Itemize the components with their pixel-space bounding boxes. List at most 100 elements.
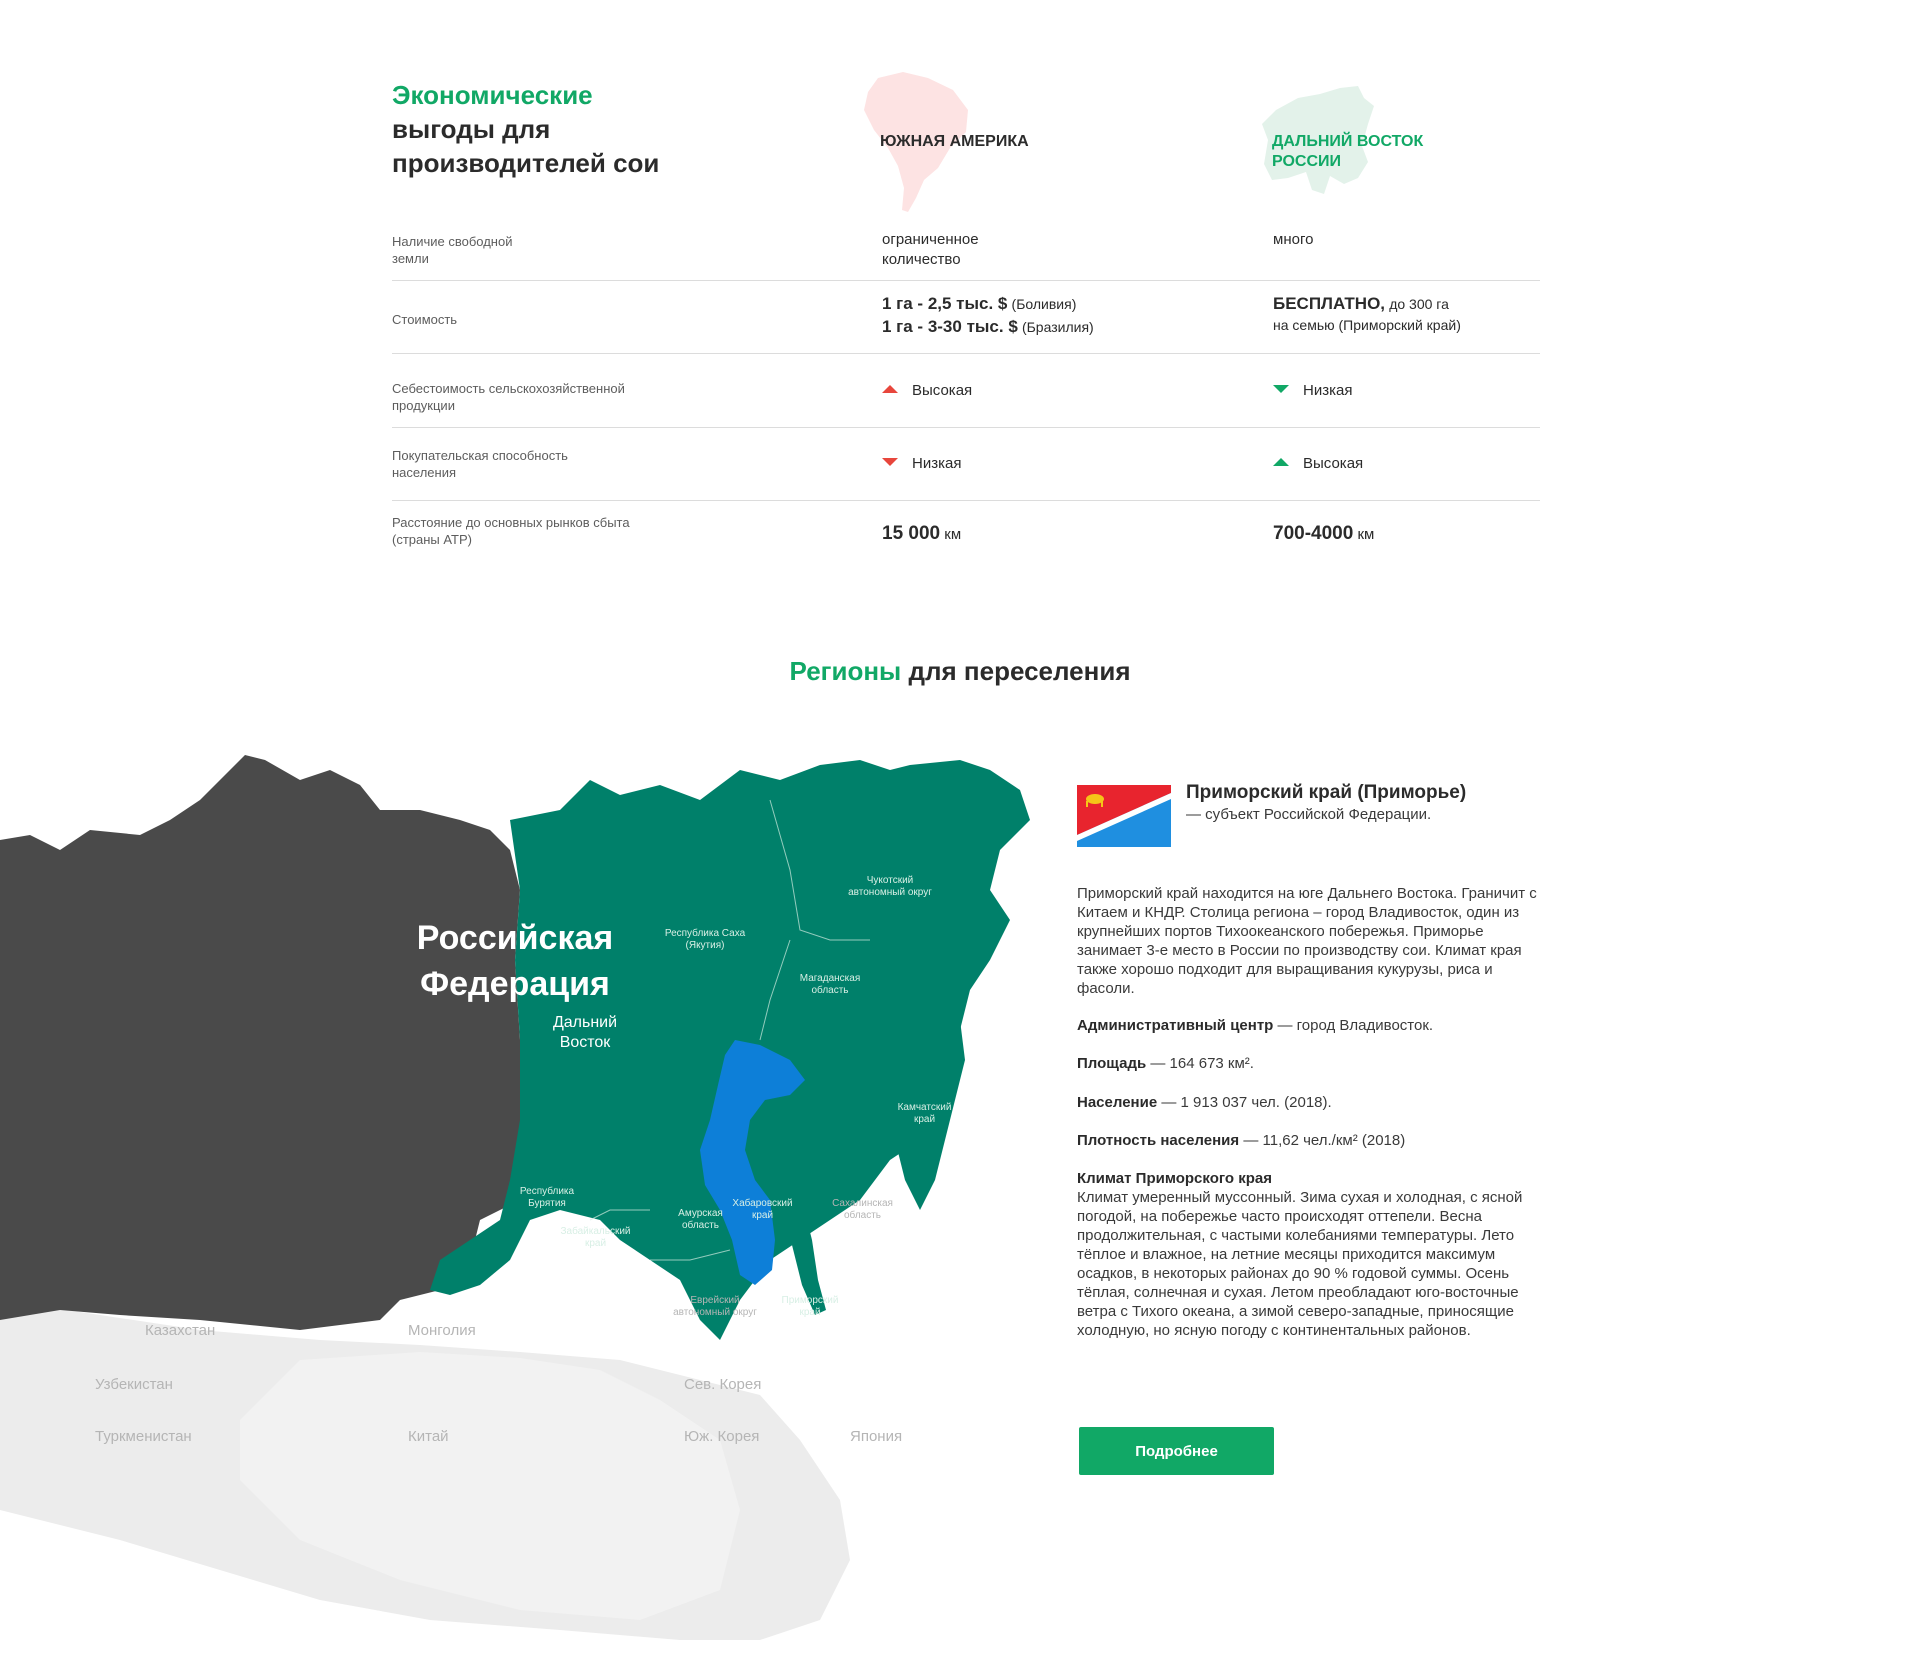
triangle-up-red-icon bbox=[882, 385, 898, 394]
country-label-north-korea: Сев. Корея bbox=[684, 1376, 762, 1393]
area: Площадь — 164 673 км². bbox=[1077, 1054, 1552, 1073]
triangle-up-green-icon bbox=[1273, 458, 1289, 467]
column-far-east: ДАЛЬНИЙ ВОСТОК РОССИИ bbox=[1272, 133, 1424, 170]
row-label-purchasing-power: Покупательская способность населения bbox=[392, 448, 568, 480]
far-east-label: Дальний Восток bbox=[540, 1013, 630, 1053]
row-divider bbox=[392, 353, 1540, 354]
far-east-label-line2: Восток bbox=[559, 1034, 611, 1051]
row-label-cost: Стоимость bbox=[392, 312, 458, 327]
population: Население — 1 913 037 чел. (2018). bbox=[1077, 1093, 1552, 1112]
map-label-chukotka-2: автономный округ bbox=[848, 887, 932, 898]
fe-production-cost: Низкая bbox=[1273, 381, 1352, 401]
sa-cost-bolivia: 1 га - 2,5 тыс. $ bbox=[882, 294, 1008, 313]
sa-cost-brazil-note: (Бразилия) bbox=[1021, 319, 1094, 335]
map-label-jewish-1: Еврейский bbox=[690, 1295, 740, 1306]
map-label-amur: Амурская область bbox=[668, 1208, 733, 1232]
map-label-khabarovsk-1: Хабаровский bbox=[732, 1198, 793, 1209]
comparison-title-accent: Экономические bbox=[392, 80, 593, 110]
russia-label: Российская Федерация bbox=[395, 915, 635, 1007]
map-label-sakhalin-1: Сахалинская bbox=[832, 1198, 893, 1209]
row-label-distance: Расстояние до основных рынков сбыта (стр… bbox=[392, 515, 630, 547]
fe-cost-value: БЕСПЛАТНО, до 300 га на семью (Приморски… bbox=[1273, 294, 1543, 336]
region-name: Приморский край (Приморье) — субъект Рос… bbox=[1186, 782, 1476, 825]
admin-center-value: — город Владивосток. bbox=[1277, 1017, 1434, 1034]
row-divider bbox=[392, 280, 1540, 281]
regions-title: Регионы для переселения bbox=[0, 656, 1920, 687]
map-label-zabaikalsky: Забайкальский край bbox=[553, 1226, 638, 1250]
map-label-jewish-2: автономный округ bbox=[673, 1307, 757, 1318]
map-label-kamchatka-1: Камчатский bbox=[897, 1102, 952, 1113]
density-value: — 11,62 чел./км² (2018) bbox=[1243, 1132, 1406, 1149]
region-name-bold: Приморский край (Приморье) bbox=[1186, 782, 1467, 803]
row-label-free-land: Наличие свободной земли bbox=[392, 234, 513, 266]
map-label-zabaikalsky-2: край bbox=[584, 1238, 607, 1249]
sa-production-cost-value: Высокая bbox=[912, 382, 973, 399]
sa-distance-value: 15 000 bbox=[882, 523, 941, 544]
fe-production-cost-value: Низкая bbox=[1303, 382, 1353, 399]
more-button[interactable]: Подробнее bbox=[1079, 1427, 1274, 1475]
map-label-chukotka: Чукотский автономный округ bbox=[835, 875, 945, 899]
map-label-chukotka-1: Чукотский bbox=[866, 875, 914, 886]
triangle-down-green-icon bbox=[1273, 385, 1289, 394]
map-labels: Российская Федерация Дальний Восток Респ… bbox=[0, 740, 1040, 1640]
far-east-label-line1: Дальний bbox=[552, 1014, 618, 1031]
sa-production-cost: Высокая bbox=[882, 381, 972, 401]
map-label-primorsky: Приморский край bbox=[775, 1295, 845, 1319]
fe-cost-note2: на семью (Приморский край) bbox=[1273, 317, 1461, 333]
country-label-mongolia: Монголия bbox=[408, 1322, 476, 1339]
map-label-sakhalin-2: область bbox=[843, 1210, 882, 1221]
primorsky-flag-icon bbox=[1077, 785, 1171, 847]
map-label-buryatia-2: Бурятия bbox=[528, 1198, 566, 1209]
fe-distance-unit: км bbox=[1357, 526, 1375, 543]
column-south-america: ЮЖНАЯ АМЕРИКА bbox=[880, 133, 1029, 150]
country-label-uzbekistan: Узбекистан bbox=[95, 1376, 173, 1393]
sa-cost-brazil: 1 га - 3-30 тыс. $ bbox=[882, 317, 1018, 336]
country-label-south-korea: Юж. Корея bbox=[684, 1428, 760, 1445]
fe-distance: 700-4000 км bbox=[1273, 524, 1374, 545]
fe-distance-value: 700-4000 bbox=[1273, 523, 1354, 544]
density-label: Плотность населения bbox=[1077, 1132, 1240, 1149]
map-label-sakha-2: (Якутия) bbox=[685, 940, 725, 951]
region-name-rest: — субъект Российской Федерации. bbox=[1186, 806, 1432, 823]
map-label-kamchatka-2: край bbox=[913, 1114, 936, 1125]
map-label-sakha: Республика Саха (Якутия) bbox=[655, 928, 755, 952]
climate-title: Климат Приморского края bbox=[1077, 1170, 1273, 1187]
area-label: Площадь bbox=[1077, 1055, 1147, 1072]
population-label: Население bbox=[1077, 1094, 1158, 1111]
sa-cost-bolivia-note: (Боливия) bbox=[1011, 296, 1077, 312]
fe-cost-note1: до 300 га bbox=[1389, 296, 1449, 312]
map-label-buryatia-1: Республика bbox=[519, 1186, 575, 1197]
map-label-magadan-2: область bbox=[811, 985, 849, 996]
climate-text: Климат умеренный муссонный. Зима сухая и… bbox=[1077, 1189, 1523, 1339]
fe-purchasing-power-value: Высокая bbox=[1303, 455, 1364, 472]
russia-label-line1: Российская bbox=[416, 919, 614, 957]
sa-distance-unit: км bbox=[944, 526, 962, 543]
fe-purchasing-power: Высокая bbox=[1273, 454, 1363, 474]
fe-free-land-value: много bbox=[1273, 231, 1314, 248]
admin-center: Административный центр — город Владивост… bbox=[1077, 1016, 1552, 1035]
map-label-sakha-1: Республика Саха bbox=[664, 928, 746, 939]
regions-title-rest: для переселения bbox=[908, 656, 1131, 686]
map-label-jewish: Еврейский автономный округ bbox=[665, 1295, 765, 1319]
sa-distance: 15 000 км bbox=[882, 524, 961, 545]
triangle-down-red-icon bbox=[882, 458, 898, 467]
fe-cost-free: БЕСПЛАТНО, bbox=[1273, 294, 1386, 313]
map-label-sakhalin: Сахалинская область bbox=[825, 1198, 900, 1222]
country-label-kazakhstan: Казахстан bbox=[145, 1322, 216, 1339]
row-label-production-cost: Себестоимость сельскохозяйственной проду… bbox=[392, 381, 625, 413]
climate: Климат Приморского края Климат умеренный… bbox=[1077, 1169, 1552, 1340]
comparison-title: Экономические выгоды для производителей … bbox=[392, 78, 722, 180]
comparison-title-rest: выгоды для производителей сои bbox=[392, 114, 660, 178]
map-label-primorsky-2: край bbox=[799, 1307, 821, 1318]
regions-title-accent: Регионы bbox=[789, 656, 902, 686]
row-divider bbox=[392, 500, 1540, 501]
map-label-primorsky-1: Приморский bbox=[781, 1295, 839, 1306]
map-label-kamchatka: Камчатский край bbox=[887, 1102, 962, 1126]
map-label-khabarovsk: Хабаровский край bbox=[725, 1198, 800, 1222]
country-label-turkmenistan: Туркменистан bbox=[95, 1428, 192, 1445]
country-label-japan: Япония bbox=[850, 1428, 903, 1445]
russia-label-line2: Федерация bbox=[420, 965, 610, 1003]
region-description: Приморский край находится на юге Дальнег… bbox=[1077, 885, 1537, 997]
sa-purchasing-power: Низкая bbox=[882, 454, 961, 474]
admin-center-label: Административный центр bbox=[1077, 1017, 1274, 1034]
